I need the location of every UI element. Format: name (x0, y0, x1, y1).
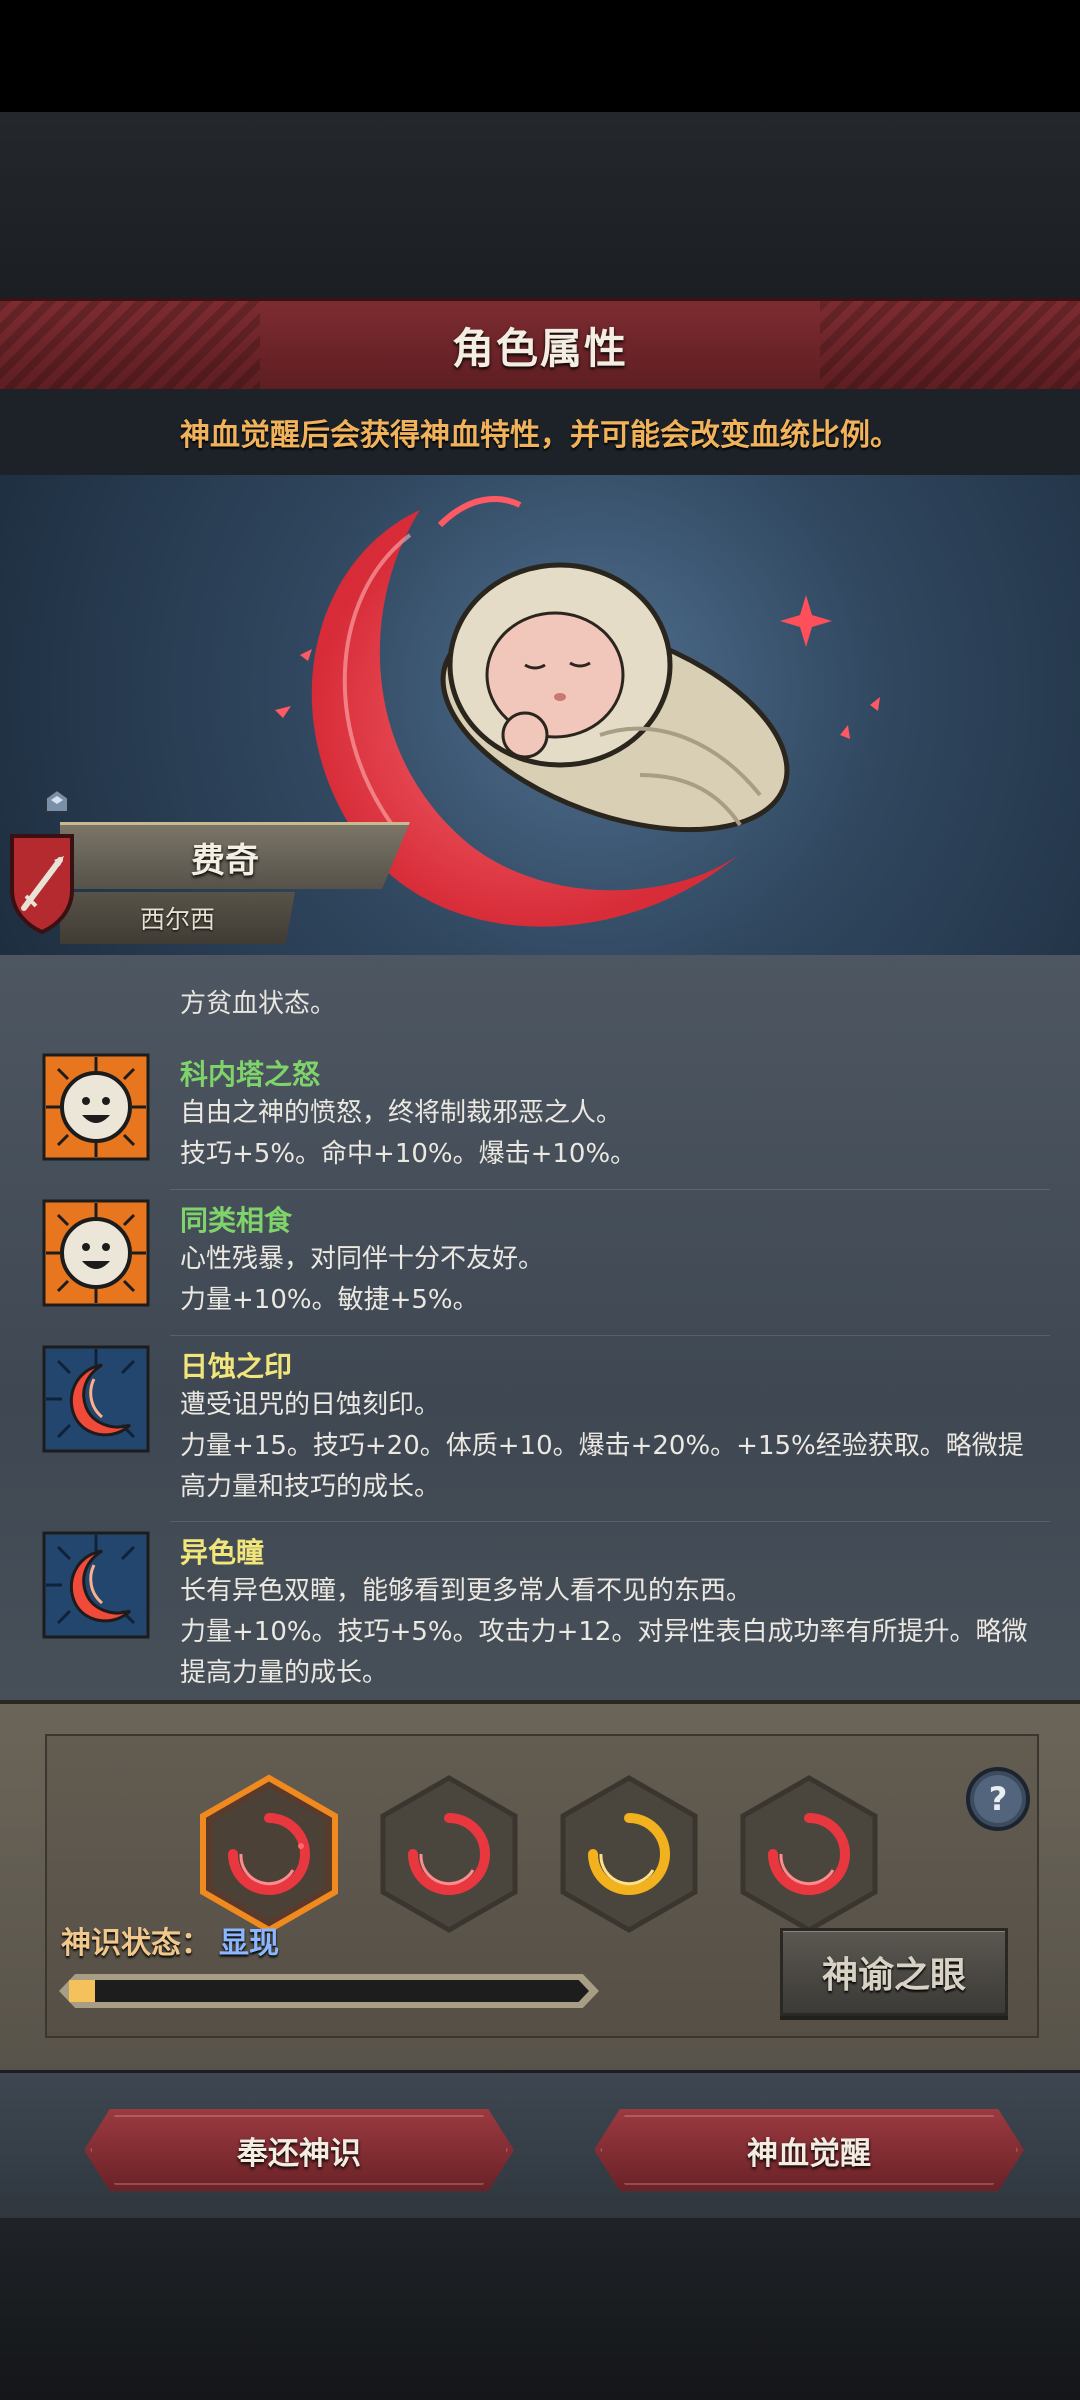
character-name-plate: 费奇 (60, 822, 410, 889)
trait-name: 科内塔之怒 (180, 1058, 321, 1091)
help-icon[interactable]: ? (965, 1766, 1031, 1832)
class-shield-icon (10, 834, 74, 934)
status-bar-area (0, 0, 1080, 112)
trait-stats: 技巧+5%。命中+10%。爆击+10%。 (180, 1139, 637, 1169)
oracle-eye-label: 神谕之眼 (821, 1955, 966, 1996)
divine-state-label: 神识状态： (61, 1926, 211, 1961)
return-divine-sense-button[interactable]: 奉还神识 (84, 2109, 514, 2191)
divider (170, 1521, 1050, 1522)
trait-description: 遭受诅咒的日蚀刻印。 (180, 1390, 441, 1420)
page-title: 角色属性 (451, 323, 628, 373)
traits-list[interactable]: 方贫血状态。 科内塔之怒 自由之神的愤怒，终将制裁邪恶之人。 技巧+5%。命中+… (0, 955, 1080, 1700)
trait-stats: 力量+15。技巧+20。体质+10。爆击+20%。+15%经验获取。略微提高力量… (180, 1431, 1024, 1502)
trait-description: 自由之神的愤怒，终将制裁邪恶之人。 (180, 1098, 623, 1128)
divine-sense-inner: ? 神识状态： 显现 神谕之眼 (45, 1734, 1039, 2038)
page-subtitle: 神血觉醒后会获得神血特性，并可能会改变血统比例。 (180, 418, 900, 453)
progress-track (69, 1980, 589, 2002)
character-name: 费奇 (191, 840, 259, 881)
divine-slot-1[interactable] (197, 1774, 341, 1934)
return-button-label: 奉还神识 (237, 2135, 361, 2172)
divine-progress-bar (59, 1974, 599, 2008)
subtitle-bar: 神血觉醒后会获得神血特性，并可能会改变血统比例。 (0, 389, 1080, 475)
trait-stats: 力量+10%。敏捷+5%。 (180, 1285, 479, 1315)
header-background (0, 112, 1080, 298)
blood-awaken-button[interactable]: 神血觉醒 (594, 2109, 1024, 2191)
bottom-background (0, 2218, 1080, 2400)
divine-sense-panel: ? 神识状态： 显现 神谕之眼 (0, 1700, 1080, 2074)
smiley-face-icon (42, 1199, 150, 1307)
trait-name: 异色瞳 (180, 1536, 265, 1569)
trait-stats: 力量+10%。技巧+5%。攻击力+12。对异性表白成功率有所提升。略微提高力量的… (180, 1617, 1028, 1688)
oracle-eye-button[interactable]: 神谕之眼 (780, 1928, 1008, 2016)
crescent-moon-icon (42, 1345, 150, 1453)
smiley-face-icon (42, 1053, 150, 1161)
trait-name: 日蚀之印 (180, 1350, 293, 1383)
divider (170, 1335, 1050, 1336)
character-subname: 西尔西 (139, 905, 215, 934)
svg-text:?: ? (989, 1780, 1008, 1818)
divider (170, 1189, 1050, 1190)
trait-description: 心性残暴，对同伴十分不友好。 (180, 1244, 545, 1274)
character-subname-plate: 西尔西 (60, 892, 295, 944)
divine-state: 神识状态： 显现 (61, 1918, 279, 1962)
divine-slot-3[interactable] (557, 1774, 701, 1934)
rank-icon (45, 788, 69, 813)
divine-slot-4[interactable] (737, 1774, 881, 1934)
trait-description: 长有异色双瞳，能够看到更多常人看不见的东西。 (180, 1576, 753, 1606)
crescent-moon-icon (42, 1531, 150, 1639)
trait-name: 同类相食 (180, 1204, 293, 1237)
title-bar: 角色属性 (0, 298, 1080, 392)
awaken-button-label: 神血觉醒 (747, 2135, 871, 2172)
clipped-trait-text: 方贫血状态。 (180, 989, 337, 1019)
progress-fill (69, 1980, 95, 2002)
divine-state-value: 显现 (219, 1926, 279, 1961)
divine-slot-2[interactable] (377, 1774, 521, 1934)
action-bar: 奉还神识 神血觉醒 (0, 2070, 1080, 2221)
